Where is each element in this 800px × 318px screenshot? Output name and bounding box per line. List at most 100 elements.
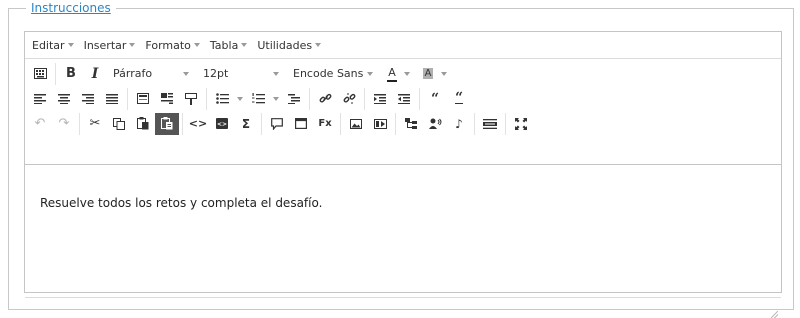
menu-tabla[interactable]: Tabla	[205, 35, 252, 55]
copy-button[interactable]	[107, 113, 131, 135]
resize-handle-icon[interactable]	[771, 311, 778, 318]
italic-button[interactable]: I	[83, 63, 107, 85]
bullet-list-dropdown[interactable]	[234, 88, 246, 110]
link-button[interactable]	[313, 88, 337, 110]
svg-text:<>: <>	[217, 121, 227, 128]
tree-button[interactable]	[399, 113, 423, 135]
indent-button[interactable]	[368, 88, 392, 110]
clear-format-button[interactable]: Fx	[313, 113, 337, 135]
format-select-value: Párrafo	[113, 67, 153, 80]
code-button[interactable]: <>	[186, 113, 210, 135]
paste-button[interactable]	[131, 113, 155, 135]
paste-icon	[137, 117, 149, 130]
media-icon	[373, 118, 387, 129]
text-color-button[interactable]: A	[381, 63, 417, 85]
menu-insertar[interactable]: Insertar	[79, 35, 141, 55]
image-wrap-button[interactable]	[155, 88, 179, 110]
table-button[interactable]	[131, 88, 155, 110]
toolbar-separator	[419, 87, 420, 110]
blockquote-button[interactable]: “	[423, 88, 447, 110]
paste-as-text-button[interactable]	[155, 112, 179, 135]
cut-button[interactable]: ✂	[83, 113, 107, 135]
music-icon: ♪	[455, 116, 463, 131]
bullet-list-icon	[215, 93, 229, 104]
rich-text-editor: Editar Insertar Formato Tabla Utilidades…	[24, 31, 782, 318]
link-icon	[319, 93, 331, 103]
font-family-value: Encode Sans	[293, 67, 364, 80]
bullet-list-button[interactable]	[210, 88, 234, 110]
chevron-down-icon	[193, 43, 200, 47]
toolbar-separator	[182, 112, 183, 135]
align-right-button[interactable]	[76, 88, 100, 110]
font-family-select[interactable]: Encode Sans	[287, 63, 379, 85]
quote-button[interactable]: “	[447, 88, 471, 110]
menu-formato[interactable]: Formato	[140, 35, 205, 55]
redo-button[interactable]: ↷	[52, 113, 76, 135]
toolbar-separator	[309, 87, 310, 110]
media-button[interactable]	[368, 113, 392, 135]
expand-icon	[515, 117, 527, 130]
code-icon: <>	[188, 117, 208, 130]
speaker-icon	[428, 118, 441, 129]
menu-insertar-label: Insertar	[83, 38, 127, 52]
toolbar-row-2: “ “	[25, 86, 781, 111]
format-painter-button[interactable]	[179, 88, 203, 110]
sigma-button[interactable]: Σ	[234, 113, 258, 135]
html-icon	[483, 118, 497, 129]
font-size-select[interactable]: 12pt	[197, 63, 285, 85]
source-code-button[interactable]: <>	[210, 113, 234, 135]
html-button[interactable]	[478, 113, 502, 135]
instructions-legend[interactable]: Instrucciones	[26, 1, 116, 15]
numbered-list-button[interactable]	[246, 88, 270, 110]
background-color-button[interactable]: A	[417, 63, 453, 85]
keyboard-button[interactable]	[28, 63, 52, 85]
toolbar-separator	[79, 112, 80, 135]
undo-button[interactable]: ↶	[28, 113, 52, 135]
chevron-down-icon	[367, 71, 373, 76]
expand-button[interactable]	[509, 113, 533, 135]
format-select[interactable]: Párrafo	[107, 63, 195, 85]
chevron-down-icon	[315, 43, 322, 47]
toolbar-separator	[127, 87, 128, 110]
bold-button[interactable]: B	[59, 63, 83, 85]
editor-statusbar	[25, 297, 781, 318]
undo-icon: ↶	[34, 116, 46, 131]
music-button[interactable]: ♪	[447, 113, 471, 135]
content-paragraph[interactable]: Resuelve todos los retos y completa el d…	[40, 196, 766, 210]
unlink-button[interactable]	[337, 88, 361, 110]
image-button[interactable]	[344, 113, 368, 135]
chevron-down-icon	[273, 71, 279, 76]
align-left-button[interactable]	[28, 88, 52, 110]
blockquote-icon: “	[430, 90, 440, 107]
unlink-icon	[343, 93, 355, 104]
fullscreen-box-icon	[295, 118, 307, 129]
editor-toolbar: B I Párrafo 12pt Encode Sans A A “ “ ↶ ↷…	[25, 59, 781, 165]
outdent-list-button[interactable]	[282, 88, 306, 110]
indent-icon	[374, 93, 386, 104]
toolbar-separator	[261, 112, 262, 135]
sigma-icon: Σ	[241, 116, 251, 131]
comment-icon	[271, 117, 283, 130]
chevron-down-icon	[67, 43, 74, 47]
chevron-down-icon	[183, 71, 189, 76]
toolbar-row-3: ↶ ↷ ✂ <> <> Σ Fx ♪	[25, 111, 781, 136]
numbered-list-icon	[251, 93, 265, 104]
outdent-button[interactable]	[392, 88, 416, 110]
align-center-button[interactable]	[52, 88, 76, 110]
outdent-icon	[288, 93, 300, 104]
fullscreen-box-button[interactable]	[289, 113, 313, 135]
format-painter-icon	[185, 92, 197, 105]
toolbar-separator	[364, 87, 365, 110]
menu-utilidades[interactable]: Utilidades	[252, 35, 326, 55]
menu-editar[interactable]: Editar	[27, 35, 79, 55]
speaker-button[interactable]	[423, 113, 447, 135]
image-wrap-icon	[161, 93, 173, 104]
redo-icon: ↷	[58, 116, 70, 131]
editor-content[interactable]: Resuelve todos los retos y completa el d…	[25, 165, 781, 297]
menu-utilidades-label: Utilidades	[257, 38, 313, 52]
comment-button[interactable]	[265, 113, 289, 135]
align-justify-button[interactable]	[100, 88, 124, 110]
toolbar-separator	[505, 112, 506, 135]
numbered-list-dropdown[interactable]	[270, 88, 282, 110]
menu-editar-label: Editar	[32, 38, 65, 52]
